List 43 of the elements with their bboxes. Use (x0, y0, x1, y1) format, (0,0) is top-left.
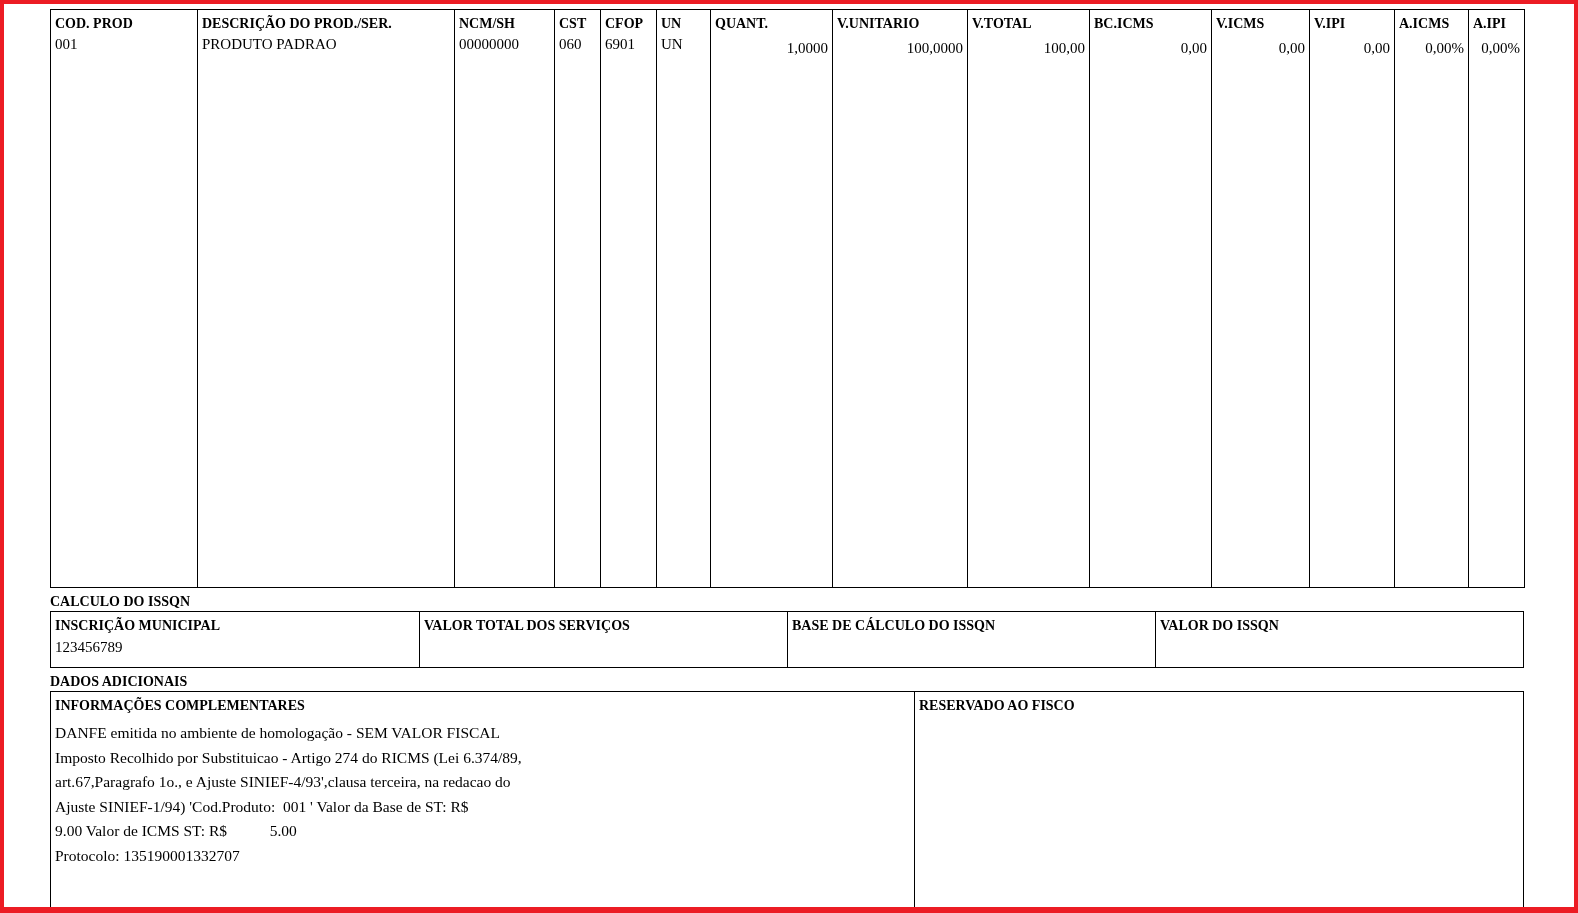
section-title: CALCULO DO ISSQN (50, 593, 192, 611)
field-value: 123456789 (55, 639, 124, 656)
column-header: CFOP (600, 9, 657, 33)
table-cell: 0,00% (1394, 33, 1469, 588)
info-line: DANFE emitida no ambiente de homologação - SEM VALOR FISCAL (55, 723, 501, 743)
table-cell: 6901 (600, 33, 657, 588)
column-header: UN (656, 9, 711, 33)
column-header: QUANT. (710, 9, 833, 33)
column-header: DESCRIÇÃO DO PROD./SER. (197, 9, 455, 33)
column-header: BC.ICMS (1089, 9, 1212, 33)
field-label: VALOR TOTAL DOS SERVIÇOS (424, 617, 631, 635)
field-label: INSCRIÇÃO MUNICIPAL (55, 617, 222, 635)
table-cell: PRODUTO PADRAO (197, 33, 455, 588)
column-header: COD. PROD (50, 9, 198, 33)
column-header: V.IPI (1309, 9, 1395, 33)
field-label: VALOR DO ISSQN (1160, 617, 1280, 635)
column-header: A.IPI (1468, 9, 1525, 33)
column-header: V.ICMS (1211, 9, 1310, 33)
table-cell: 1,0000 (710, 33, 833, 588)
info-line: Ajuste SINIEF-1/94) 'Cod.Produto: 001 ' Valor da Base de ST: R$ (55, 796, 470, 817)
section-title: DADOS ADICIONAIS (50, 673, 189, 691)
panel-label: INFORMAÇÕES COMPLEMENTARES (55, 697, 306, 715)
table-cell: UN (656, 33, 711, 588)
info-line: art.67,Paragrafo 1o., e Ajuste SINIEF-4/93',clausa terceira, na redacao do (55, 772, 512, 792)
table-cell: 060 (554, 33, 601, 588)
table-cell: 0,00 (1211, 33, 1310, 588)
column-header: NCM/SH (454, 9, 555, 33)
column-header: V.TOTAL (967, 9, 1090, 33)
table-cell: 100,0000 (832, 33, 968, 588)
panel-label: RESERVADO AO FISCO (919, 697, 1076, 715)
info-line: 9.00 Valor de ICMS ST: R$ 5.00 (55, 821, 298, 841)
field-label: BASE DE CÁLCULO DO ISSQN (792, 617, 997, 635)
table-cell: 0,00 (1309, 33, 1395, 588)
column-header: A.ICMS (1394, 9, 1469, 33)
info-line: Protocolo: 135190001332707 (55, 845, 241, 866)
info-line: Imposto Recolhido por Substituicao - Artigo 274 do RICMS (Lei 6.374/89, (55, 747, 523, 768)
column-header: CST (554, 9, 601, 33)
table-cell: 100,00 (967, 33, 1090, 588)
column-header: V.UNITARIO (832, 9, 968, 33)
table-cell: 0,00 (1089, 33, 1212, 588)
table-cell: 0,00% (1468, 33, 1525, 588)
table-cell: 00000000 (454, 33, 555, 588)
table-cell: 001 (50, 33, 198, 588)
